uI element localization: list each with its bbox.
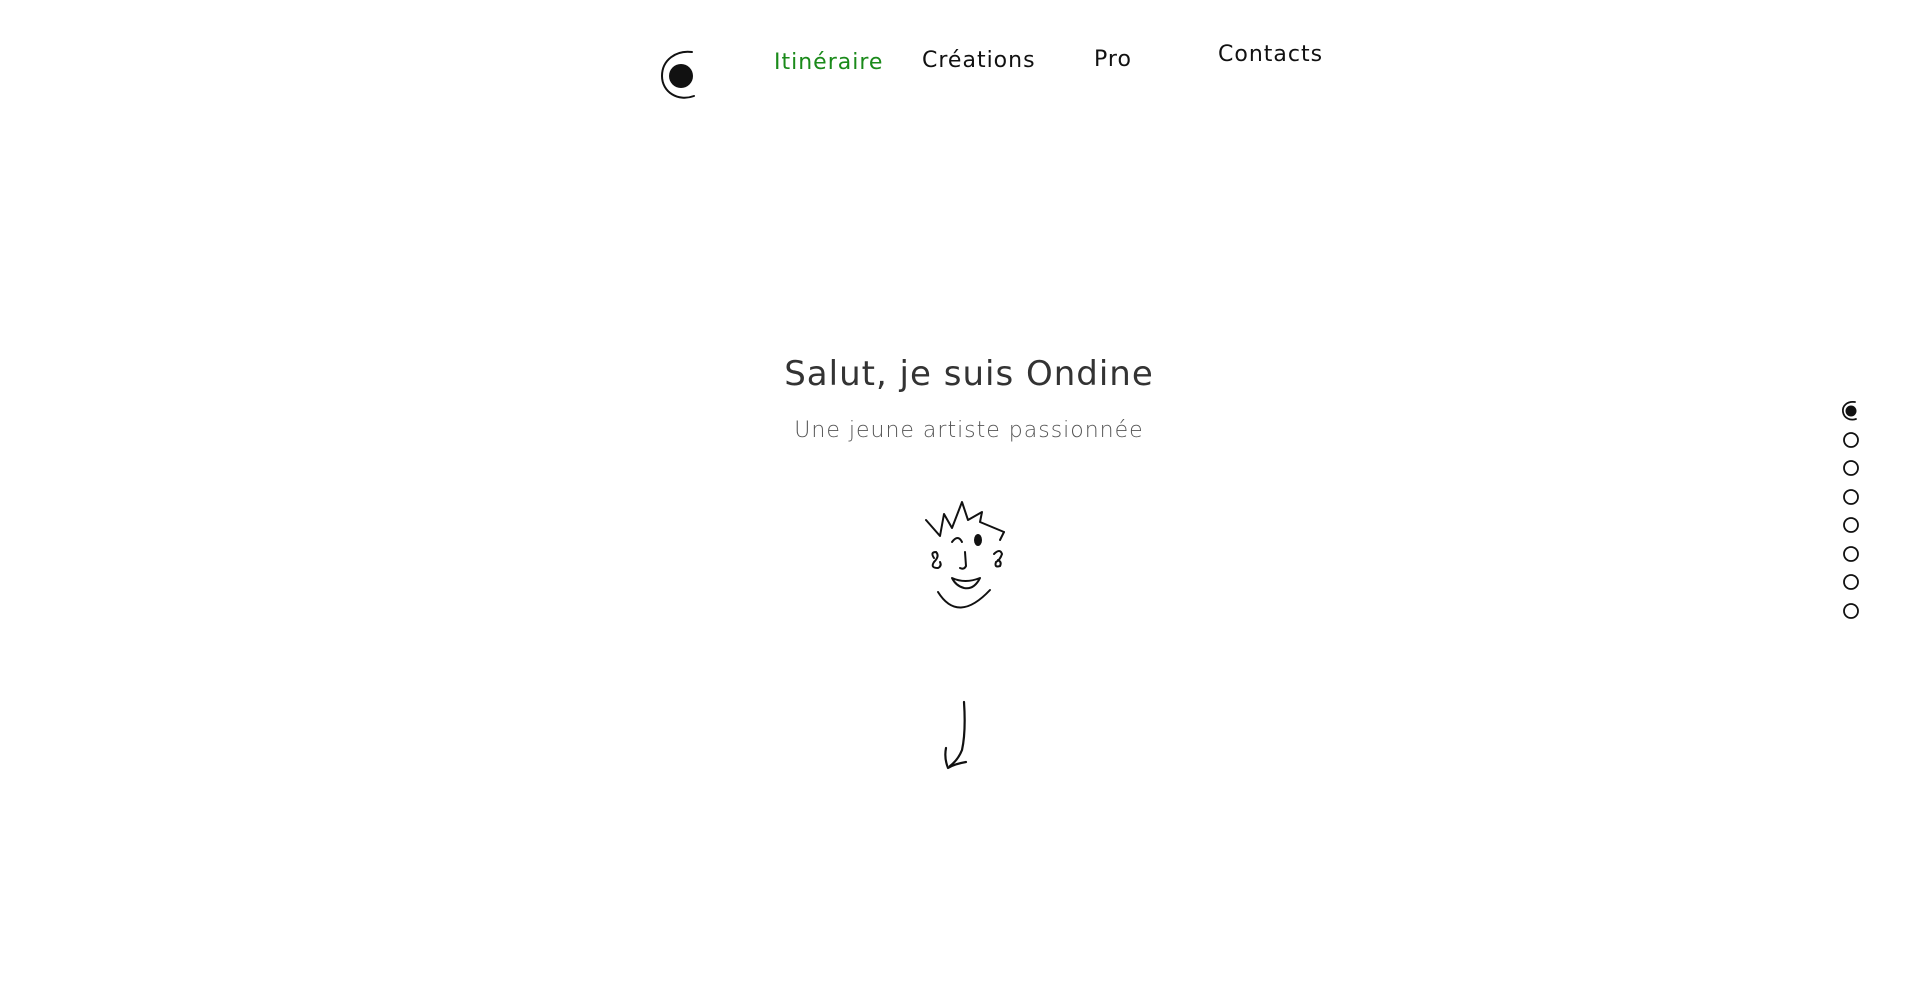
section-dot[interactable]	[1840, 514, 1862, 536]
section-dot[interactable]	[1840, 543, 1862, 565]
section-dot-active[interactable]	[1840, 400, 1862, 422]
arrow-down-icon[interactable]	[940, 700, 980, 772]
smiling-face-doodle-icon	[925, 501, 1005, 609]
hero-title: Salut, je suis Ondine	[784, 354, 1154, 394]
top-nav: Itinéraire Créations Pro Contacts	[0, 0, 1920, 120]
nav-item-pro[interactable]: Pro	[1094, 47, 1132, 72]
logo-icon[interactable]	[656, 48, 702, 102]
section-dot[interactable]	[1840, 429, 1862, 451]
nav-item-creations[interactable]: Créations	[922, 48, 1036, 73]
section-dot[interactable]	[1840, 457, 1862, 479]
section-dot[interactable]	[1840, 571, 1862, 593]
nav-item-contacts[interactable]: Contacts	[1218, 42, 1323, 67]
section-dot[interactable]	[1840, 600, 1862, 622]
page: Itinéraire Créations Pro Contacts Salut,…	[0, 0, 1920, 995]
nav-item-itineraire[interactable]: Itinéraire	[774, 50, 883, 75]
hero-subtitle: Une jeune artiste passionnée	[794, 418, 1144, 443]
section-dot[interactable]	[1840, 486, 1862, 508]
